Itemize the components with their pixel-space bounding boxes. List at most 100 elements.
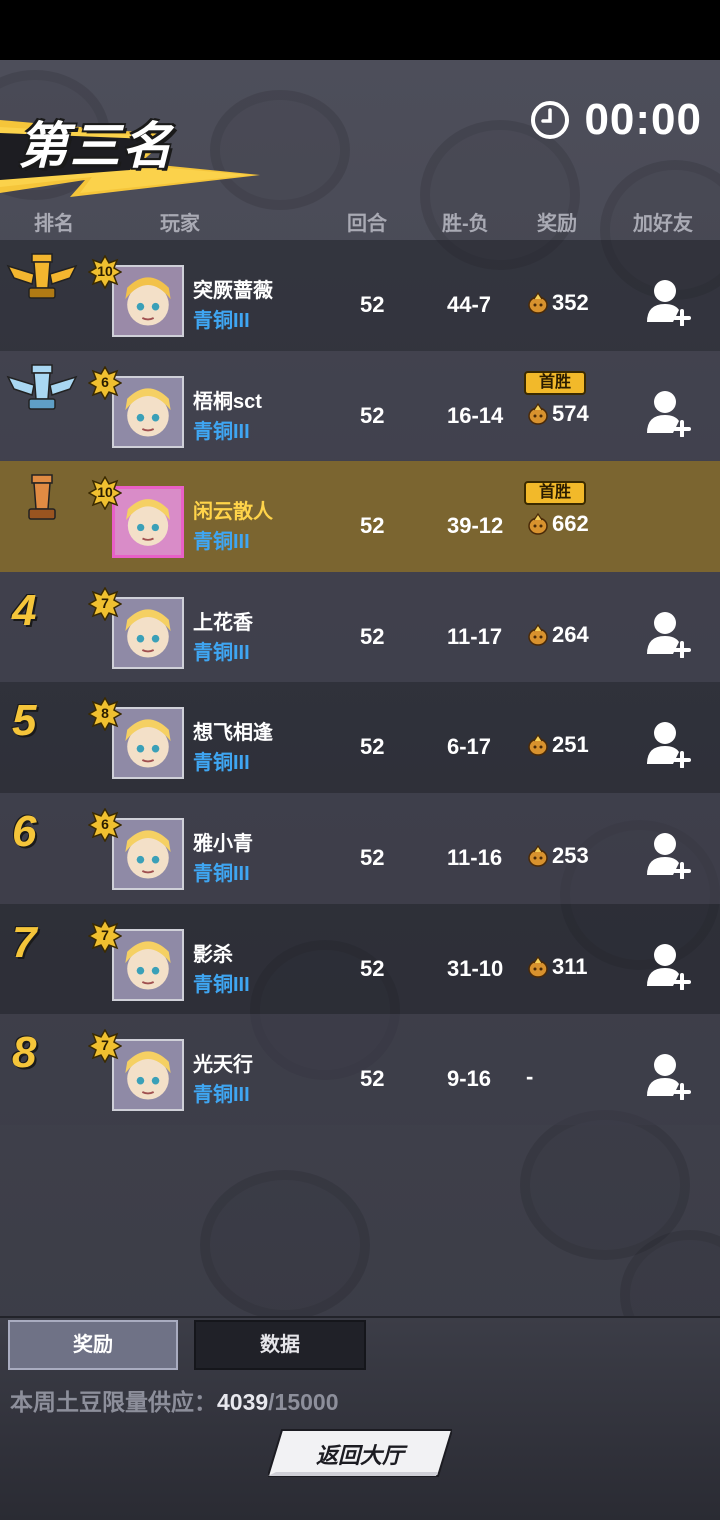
silver-rook-medal-icon xyxy=(6,363,78,410)
add-friend-icon[interactable] xyxy=(645,942,691,990)
rank-number: 5 xyxy=(12,696,37,746)
player-row: 4 7 上花香 青铜III 52 11-17 264 xyxy=(0,571,720,683)
player-row: 10 闲云散人 青铜III 52 39-12 首胜 662 xyxy=(0,461,720,572)
player-name: 影杀 xyxy=(193,943,233,966)
player-record: 6-17 xyxy=(447,734,492,760)
tab-data[interactable]: 数据 xyxy=(194,1320,366,1370)
player-row: 6 6 雅小青 青铜III 52 11-16 253 xyxy=(0,792,720,904)
reward-value: 251 xyxy=(552,732,589,758)
player-level: 8 xyxy=(101,705,109,722)
supply-current: 4039 xyxy=(217,1389,269,1415)
player-name: 梧桐sct xyxy=(193,390,262,413)
add-friend-icon[interactable] xyxy=(645,278,691,326)
player-level: 10 xyxy=(97,484,113,501)
player-name: 光天行 xyxy=(193,1054,253,1077)
player-record: 11-16 xyxy=(447,844,503,870)
timer-value: 00:00 xyxy=(584,95,702,144)
player-name: 突厥蔷薇 xyxy=(193,280,273,302)
avatar[interactable] xyxy=(112,486,184,559)
avatar[interactable] xyxy=(112,928,184,1001)
potato-coin-icon xyxy=(528,402,548,425)
player-level: 10 xyxy=(97,263,113,279)
rank-number: 4 xyxy=(12,585,37,635)
player-row: 7 7 影杀 青铜III 52 31-10 311 xyxy=(0,903,720,1015)
player-rounds: 52 xyxy=(360,1066,385,1092)
avatar[interactable] xyxy=(112,375,184,448)
col-rounds: 回合 xyxy=(347,213,387,235)
avatar[interactable] xyxy=(112,1039,184,1112)
avatar[interactable] xyxy=(112,265,184,337)
avatar-portrait-icon xyxy=(114,819,182,888)
add-friend-icon[interactable] xyxy=(645,831,691,879)
player-tier: 青铜III xyxy=(193,752,250,775)
player-tier: 青铜III xyxy=(193,531,250,554)
player-tier: 青铜III xyxy=(193,641,250,664)
player-record: 31-10 xyxy=(447,955,504,981)
player-tier: 青铜III xyxy=(193,1084,250,1107)
player-level: 6 xyxy=(101,815,109,832)
add-friend-icon[interactable] xyxy=(645,389,691,437)
player-reward: 253 xyxy=(526,843,589,869)
avatar[interactable] xyxy=(112,817,184,890)
potato-coin-icon xyxy=(528,513,548,535)
player-record: 11-17 xyxy=(447,623,503,649)
player-level: 7 xyxy=(101,594,109,611)
col-add-friend: 加好友 xyxy=(633,213,693,235)
player-row: 6 梧桐sct 青铜III 52 16-14 首胜 574 xyxy=(0,350,720,462)
player-reward: 574 xyxy=(526,401,589,427)
rank-title: 第三名 xyxy=(18,118,174,174)
player-row: 10 突厥蔷薇 青铜III 52 44-7 352 xyxy=(0,240,720,351)
clock-icon xyxy=(531,101,570,139)
player-rounds: 52 xyxy=(360,844,385,870)
player-row: 8 7 光天行 青铜III 52 9-16 - xyxy=(0,1014,720,1125)
supply-total: /15000 xyxy=(268,1389,339,1415)
rank-number: 7 xyxy=(12,917,37,967)
player-name: 想飞相逢 xyxy=(193,722,273,745)
avatar-portrait-icon xyxy=(114,598,182,667)
player-rounds: 52 xyxy=(360,402,385,428)
col-reward: 奖励 xyxy=(537,213,577,235)
player-reward: 251 xyxy=(526,732,589,758)
player-tier: 青铜III xyxy=(193,973,250,996)
avatar-portrait-icon xyxy=(114,1041,182,1110)
player-row: 5 8 想飞相逢 青铜III 52 6-17 251 xyxy=(0,682,720,793)
avatar[interactable] xyxy=(112,707,184,780)
player-rounds: 52 xyxy=(360,955,385,981)
player-level: 7 xyxy=(101,1037,109,1054)
potato-coin-icon xyxy=(528,734,548,757)
avatar-portrait-icon xyxy=(114,267,182,335)
player-level: 7 xyxy=(101,926,109,943)
col-record: 胜-负 xyxy=(442,213,489,235)
avatar[interactable] xyxy=(112,596,184,669)
player-tier: 青铜III xyxy=(193,420,250,443)
col-rank: 排名 xyxy=(34,213,74,235)
player-record: 9-16 xyxy=(447,1066,492,1092)
player-record: 44-7 xyxy=(447,292,492,317)
player-level: 6 xyxy=(101,373,109,390)
player-rounds: 52 xyxy=(360,734,385,760)
add-friend-icon[interactable] xyxy=(645,1052,691,1101)
player-name: 雅小青 xyxy=(193,832,253,855)
player-rounds: 52 xyxy=(360,513,385,539)
avatar-portrait-icon xyxy=(114,930,182,999)
reward-value: 264 xyxy=(552,621,589,647)
gold-rook-medal-icon xyxy=(6,253,78,299)
add-friend-icon[interactable] xyxy=(645,720,691,769)
reward-value: 253 xyxy=(552,842,589,868)
weekly-supply: 本周土豆限量供应：4039/15000 xyxy=(10,1383,339,1417)
reward-value: 662 xyxy=(552,511,589,537)
reward-value: 311 xyxy=(552,953,588,979)
col-player: 玩家 xyxy=(160,213,200,235)
player-tier: 青铜III xyxy=(193,862,250,885)
tab-rewards[interactable]: 奖励 xyxy=(8,1320,178,1370)
player-reward: 311 xyxy=(526,954,588,980)
reward-value: 352 xyxy=(552,290,589,315)
player-reward: - xyxy=(526,1064,533,1090)
timer: 00:00 xyxy=(530,95,702,145)
first-win-badge: 首胜 xyxy=(524,370,586,395)
ranking-list: 10 突厥蔷薇 青铜III 52 44-7 352 6 梧桐sct 青铜III … xyxy=(0,240,720,1125)
player-record: 39-12 xyxy=(447,513,504,539)
add-friend-icon[interactable] xyxy=(645,610,691,658)
potato-coin-icon xyxy=(528,623,548,646)
player-record: 16-14 xyxy=(447,402,504,428)
